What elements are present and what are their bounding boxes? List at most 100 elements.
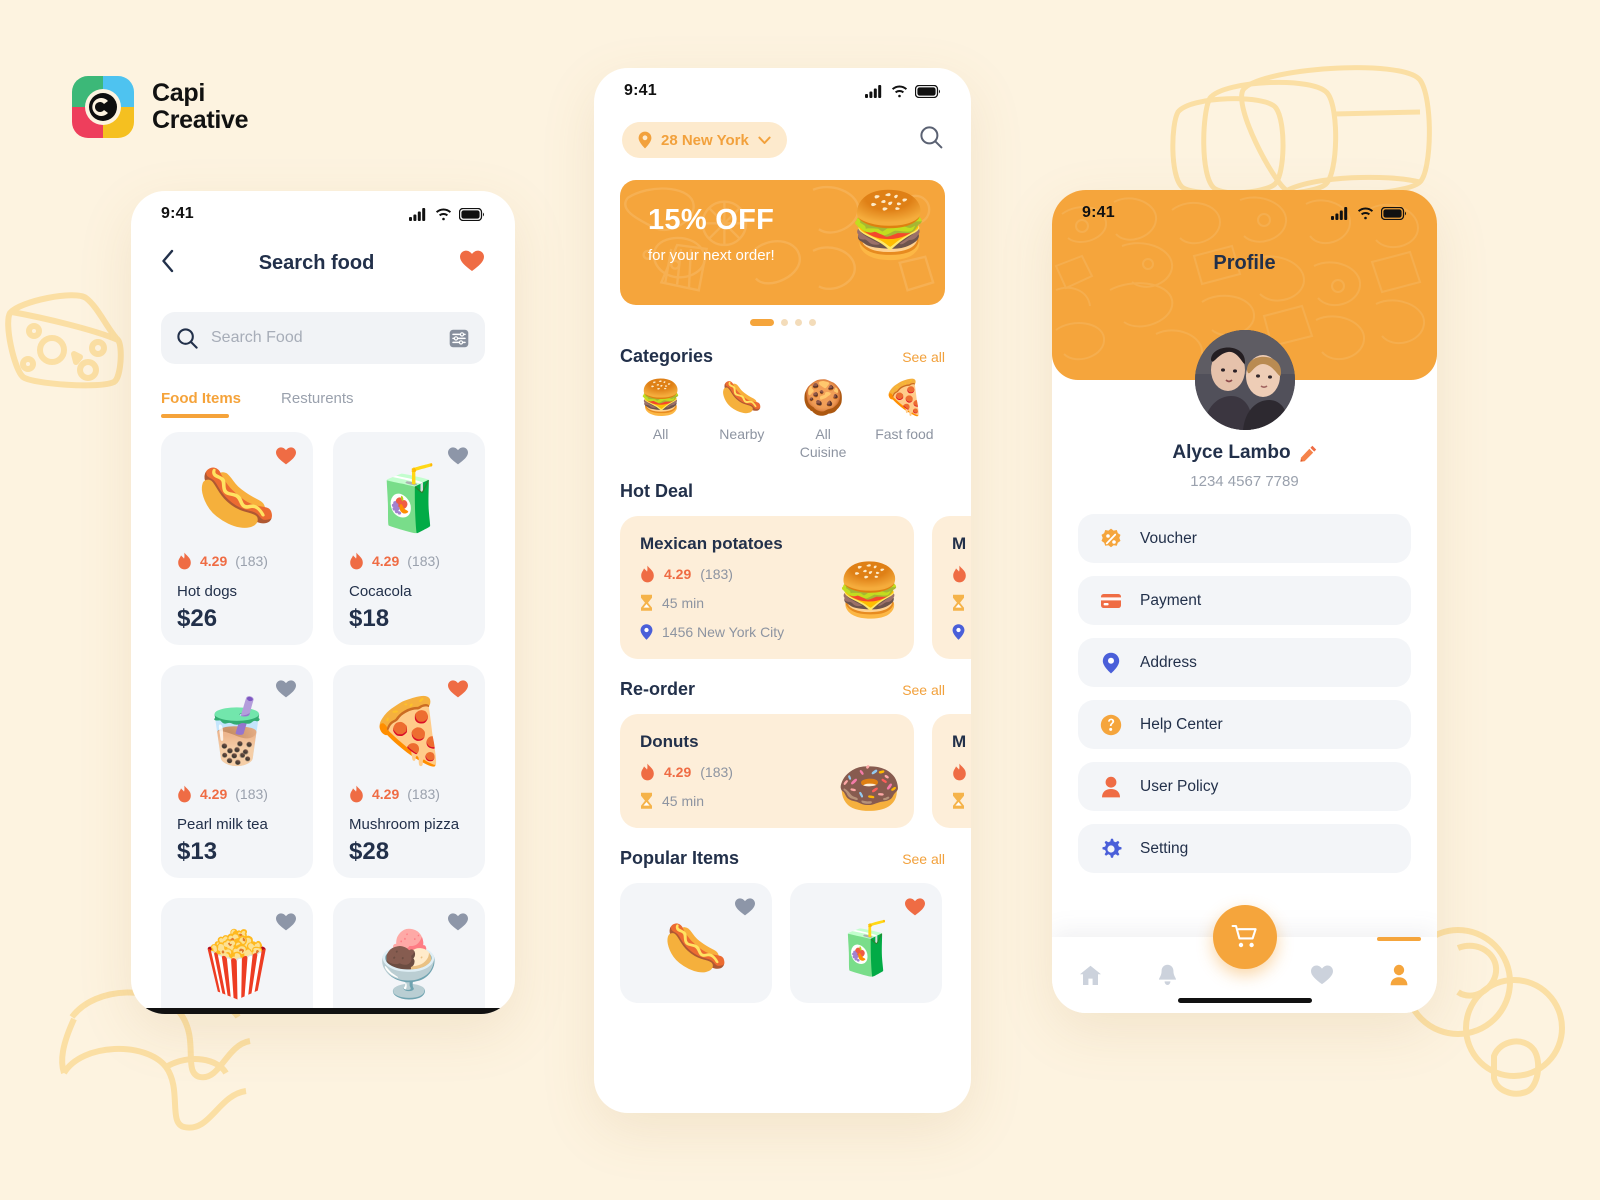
user-icon [1102, 776, 1120, 797]
food-price: $26 [177, 605, 218, 632]
hot-deal-card[interactable]: M [932, 516, 971, 660]
reorder-list[interactable]: Donuts 4.29 (183) 45 min 🍩 M [594, 700, 971, 829]
food-card[interactable]: 🌭 4.29 (183) Hot dogs $26 [161, 432, 313, 645]
carousel-dot-active[interactable] [749, 319, 774, 326]
nav-item-home[interactable] [1052, 937, 1129, 1013]
pencil-edit-icon[interactable] [1300, 445, 1317, 462]
popular-card[interactable]: 🌭 [620, 883, 772, 1004]
heart-icon [448, 913, 468, 931]
wifi-icon [891, 84, 908, 97]
favorite-toggle[interactable] [447, 912, 469, 937]
battery-icon [459, 207, 485, 221]
brand-name-line2: Creative [152, 106, 249, 134]
tab-resturents[interactable]: Resturents [281, 390, 354, 418]
page-title: Search food [258, 252, 375, 274]
popular-list[interactable]: 🌭 🧃 [594, 869, 971, 1004]
favorite-toggle[interactable] [447, 679, 469, 704]
menu-item-user-policy[interactable]: User Policy [1078, 762, 1411, 811]
category-label: All Cuisine [799, 426, 847, 461]
category-item[interactable]: 🍔 All [620, 381, 701, 461]
section-title: Categories [620, 346, 714, 366]
favorite-toggle[interactable] [275, 446, 297, 471]
rating-value: 4.29 [372, 553, 400, 569]
favorite-toggle[interactable] [904, 897, 926, 922]
category-item[interactable]: 🍪 All Cuisine [783, 381, 864, 461]
category-item[interactable]: 🍕 Fast food [864, 381, 945, 461]
avatar-photo [1194, 330, 1295, 430]
promo-banner[interactable]: 15% OFF for your next order! 🍔 [620, 180, 945, 305]
menu-item-help-center[interactable]: Help Center [1078, 700, 1411, 749]
page-title: Profile [1213, 252, 1276, 274]
chevron-down-icon [758, 136, 771, 144]
wifi-icon [1357, 206, 1374, 219]
favorite-toggle[interactable] [275, 912, 297, 937]
hourglass-icon [953, 793, 964, 810]
flame-icon [641, 565, 654, 583]
heart-icon [448, 447, 468, 465]
favorite-toggle[interactable] [447, 446, 469, 471]
favorite-toggle[interactable] [275, 679, 297, 704]
carousel-dot[interactable] [808, 319, 816, 326]
menu-item-voucher[interactable]: Voucher [1078, 514, 1411, 563]
cart-fab-button[interactable] [1212, 905, 1277, 969]
food-card[interactable]: 🍨 [333, 898, 485, 1014]
tab-food-items[interactable]: Food Items [161, 390, 241, 418]
hot-deal-list[interactable]: Mexican potatoes 4.29 (183) 45 min 1456 … [594, 502, 971, 660]
see-all-link[interactable]: See all [902, 851, 945, 867]
category-item[interactable]: 🌭 Nearby [701, 381, 782, 461]
hot-deal-card[interactable]: Mexican potatoes 4.29 (183) 45 min 1456 … [620, 516, 914, 660]
nav-item-profile[interactable] [1360, 937, 1437, 1013]
brand-logo: Capi Creative [72, 76, 249, 138]
menu-item-address[interactable]: Address [1078, 638, 1411, 687]
filter-sliders-icon[interactable] [449, 329, 469, 348]
food-price: $13 [177, 838, 218, 865]
heart-icon [735, 898, 755, 916]
carousel-dots[interactable] [594, 319, 971, 326]
food-card[interactable]: 🧃 4.29 (183) Cocacola $18 [333, 432, 485, 645]
see-all-link[interactable]: See all [902, 682, 945, 698]
food-image: 🍨 [369, 928, 449, 1000]
food-card[interactable]: 🍕 4.29 (183) Mushroom pizza $28 [333, 665, 485, 878]
favorite-toggle[interactable] [734, 897, 756, 922]
reorder-time-value: 45 min [662, 793, 705, 810]
back-button[interactable] [161, 249, 174, 278]
heart-icon [905, 898, 925, 916]
section-title: Re-order [620, 679, 696, 700]
see-all-link[interactable]: See all [902, 349, 945, 365]
flame-icon [953, 763, 966, 781]
flame-icon [178, 785, 191, 803]
food-rating: 4.29 (183) [349, 785, 469, 803]
popular-card[interactable]: 🧃 [790, 883, 942, 1004]
categories-section-header: Categories See all [594, 326, 971, 367]
search-bar[interactable]: Search Food [161, 312, 485, 364]
food-name: Pearl milk tea [177, 816, 268, 833]
reorder-card[interactable]: M [932, 714, 971, 829]
food-name: Mushroom pizza [349, 816, 460, 833]
reorder-card[interactable]: Donuts 4.29 (183) 45 min 🍩 [620, 714, 914, 829]
avatar[interactable] [1194, 330, 1295, 430]
phone-home-screen: 9:41 28 New York 15% OFF for your next o… [594, 68, 971, 1113]
location-pin-icon [640, 624, 653, 641]
menu-item-payment[interactable]: Payment [1078, 576, 1411, 625]
hourglass-icon [641, 595, 652, 612]
category-image: 🍔 [639, 379, 682, 417]
favorite-button[interactable] [459, 249, 485, 278]
deal-name: Mexican potatoes [640, 534, 783, 554]
search-input-placeholder[interactable]: Search Food [211, 329, 436, 347]
search-icon [177, 327, 198, 349]
location-selector[interactable]: 28 New York [622, 122, 787, 158]
question-circle-icon [1100, 714, 1122, 735]
battery-icon [915, 84, 941, 98]
food-card[interactable]: 🧋 4.29 (183) Pearl milk tea $13 [161, 665, 313, 878]
deal-name: M [952, 534, 967, 554]
rating-value: 4.29 [200, 786, 228, 802]
food-card[interactable]: 🍿 [161, 898, 313, 1014]
wifi-icon [435, 207, 452, 220]
carousel-dot[interactable] [780, 319, 788, 326]
search-button[interactable] [920, 126, 943, 154]
menu-item-setting[interactable]: Setting [1078, 824, 1411, 873]
carousel-dot[interactable] [794, 319, 802, 326]
logo-mark-icon [72, 76, 134, 138]
profile-name-row: Alyce Lambo [1052, 442, 1437, 464]
gear-icon [1102, 838, 1122, 858]
